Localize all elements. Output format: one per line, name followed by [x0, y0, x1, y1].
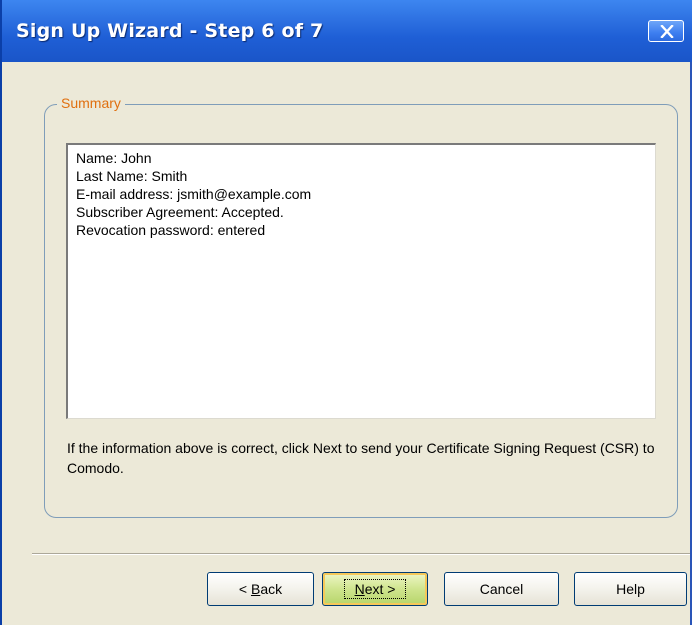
window-title: Sign Up Wizard - Step 6 of 7	[16, 20, 324, 42]
back-prefix: <	[238, 581, 251, 597]
summary-line-revocation: Revocation password: entered	[76, 222, 266, 238]
next-mnemonic: N	[354, 581, 365, 597]
separator	[32, 553, 690, 555]
cancel-button[interactable]: Cancel	[444, 572, 559, 606]
next-button[interactable]: Next >	[322, 572, 428, 606]
back-mnemonic: B	[250, 581, 261, 597]
back-button[interactable]: < Back	[207, 572, 314, 606]
summary-groupbox: Summary Name: John Last Name: Smith E-ma…	[44, 95, 678, 518]
summary-line-email: E-mail address: jsmith@example.com	[76, 186, 312, 202]
dialog-content: Summary Name: John Last Name: Smith E-ma…	[2, 62, 690, 625]
help-button-label: Help	[616, 581, 645, 597]
close-icon	[660, 25, 674, 38]
summary-legend: Summary	[57, 95, 125, 111]
help-button[interactable]: Help	[574, 572, 687, 606]
summary-line-last-name: Last Name: Smith	[76, 168, 188, 184]
info-text: If the information above is correct, cli…	[67, 440, 655, 476]
summary-line-agreement: Subscriber Agreement: Accepted.	[76, 204, 284, 220]
close-button[interactable]	[648, 20, 684, 42]
summary-text-box[interactable]: Name: John Last Name: Smith E-mail addre…	[66, 143, 656, 419]
summary-line-name: Name: John	[76, 150, 152, 166]
wizard-window: Sign Up Wizard - Step 6 of 7 Summary Nam…	[0, 0, 692, 625]
next-button-label: Next >	[343, 579, 407, 599]
back-rest: ack	[260, 581, 283, 597]
back-button-label: < Back	[239, 581, 282, 597]
next-rest: ext >	[364, 581, 396, 597]
title-bar[interactable]: Sign Up Wizard - Step 6 of 7	[2, 0, 692, 62]
cancel-button-label: Cancel	[479, 581, 524, 597]
